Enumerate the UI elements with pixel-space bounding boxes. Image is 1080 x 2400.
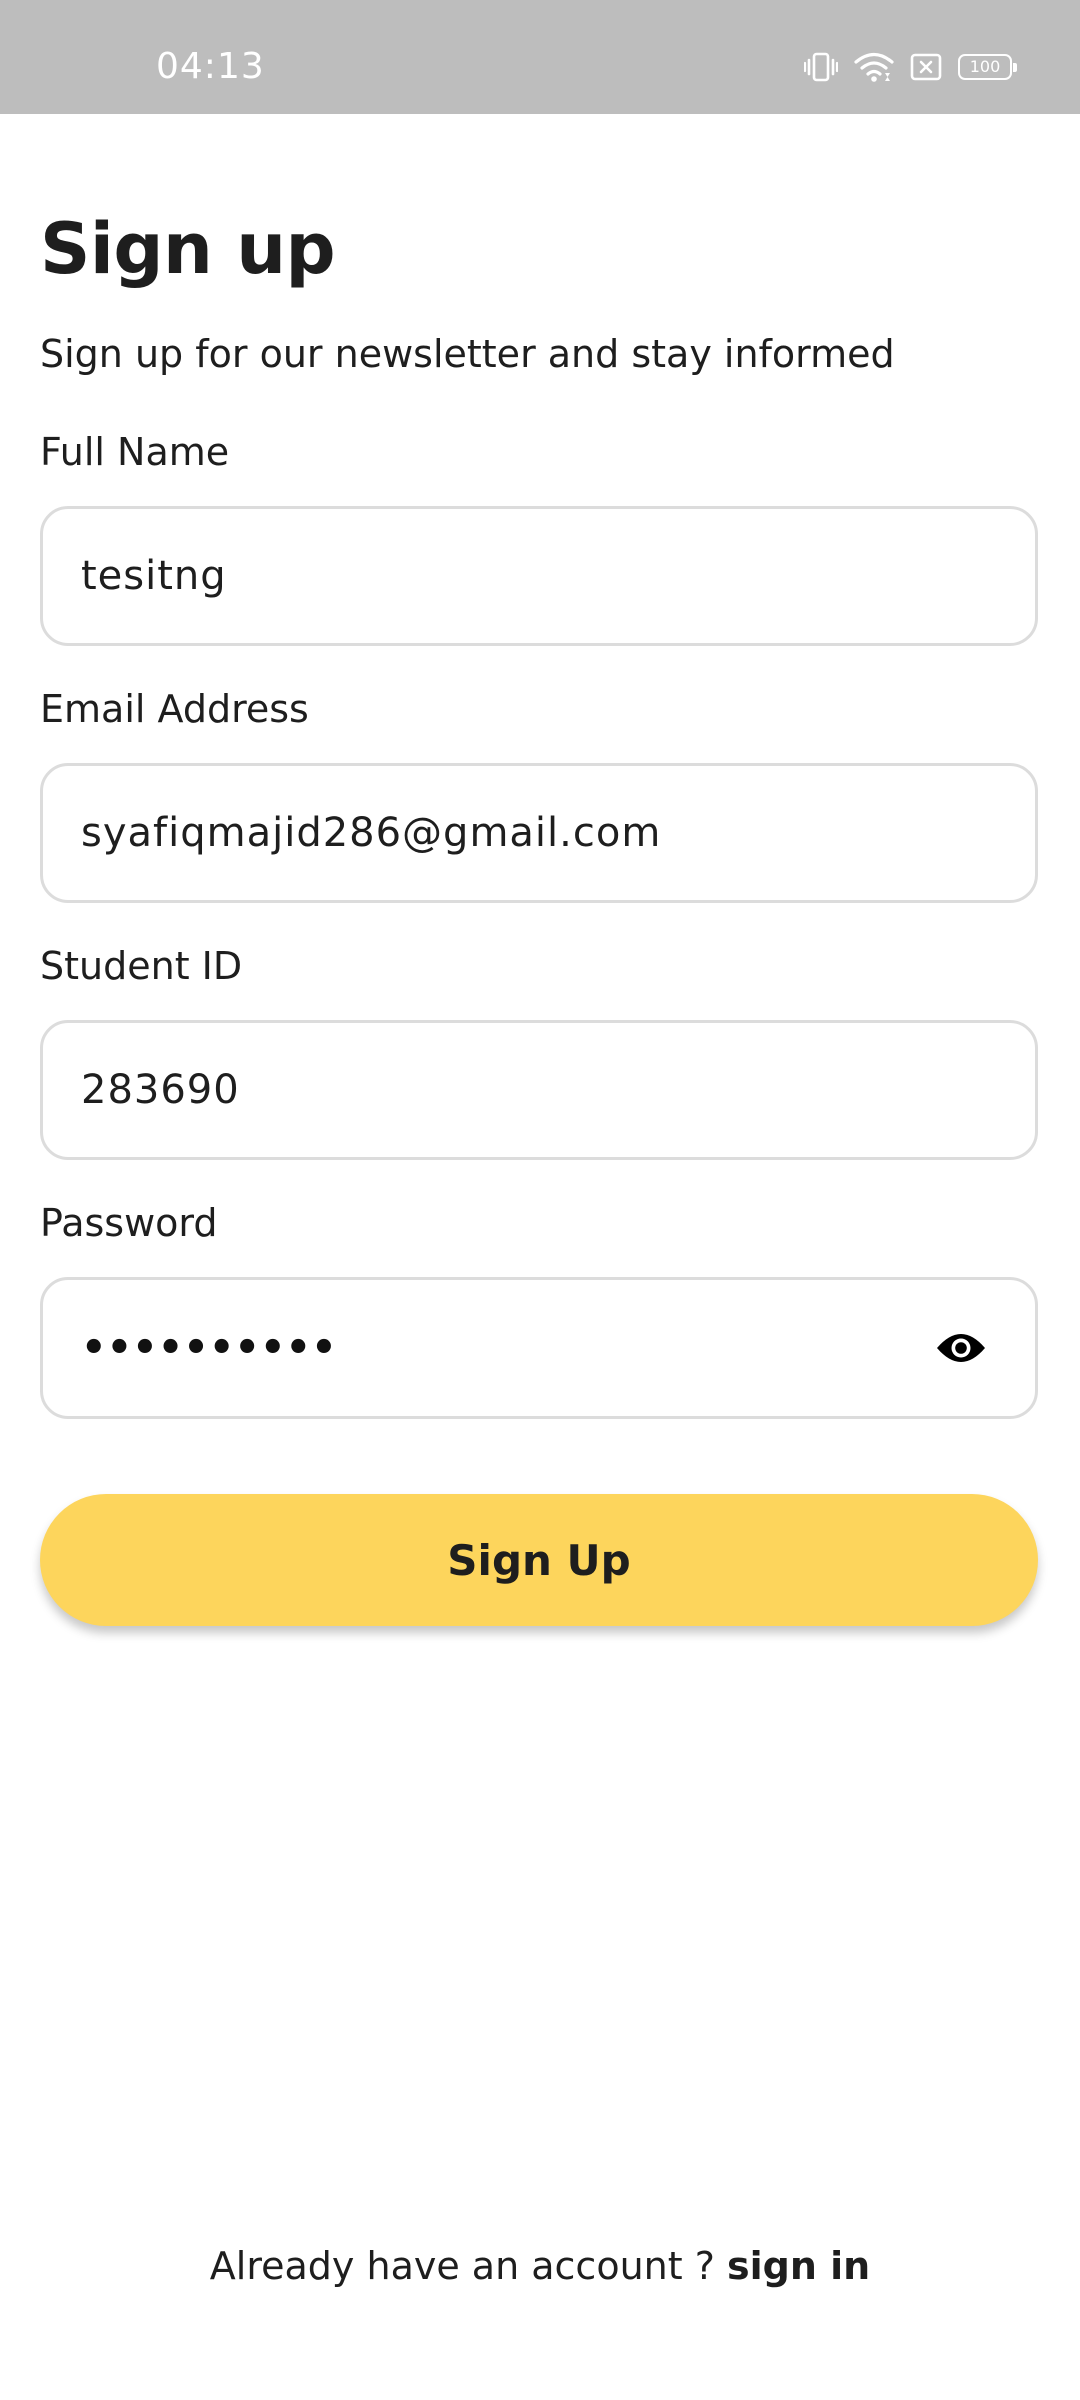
full-name-input[interactable] [81, 553, 941, 599]
footer-prompt: Already have an account ? [209, 2244, 727, 2288]
sign-in-link[interactable]: sign in [727, 2244, 870, 2288]
footer: Already have an account ? sign in [0, 2244, 1080, 2288]
student-id-label: Student ID [40, 944, 243, 988]
email-label: Email Address [40, 687, 309, 731]
status-time: 04:13 [156, 46, 265, 87]
email-input[interactable] [81, 810, 941, 856]
page-title: Sign up [40, 208, 336, 290]
status-bar: 04:13 100 [0, 0, 1080, 114]
wifi-icon [854, 51, 894, 83]
battery-level: 100 [969, 57, 1001, 76]
vibrate-icon [804, 52, 838, 82]
sign-up-button[interactable]: Sign Up [40, 1494, 1038, 1626]
password-label: Password [40, 1201, 218, 1245]
password-field[interactable]: •••••••••• [40, 1277, 1038, 1419]
no-sim-icon [910, 53, 942, 81]
page-subtitle: Sign up for our newsletter and stay info… [40, 332, 895, 376]
student-id-input[interactable] [81, 1067, 941, 1113]
password-visibility-toggle[interactable] [929, 1316, 993, 1380]
signup-screen: 04:13 100 Sign up Sign up for our newsle… [0, 0, 1080, 2400]
full-name-field[interactable] [40, 506, 1038, 646]
password-input[interactable]: •••••••••• [81, 1325, 929, 1371]
battery-icon: 100 [958, 54, 1017, 80]
status-icons: 100 [804, 50, 1017, 84]
eye-icon [937, 1334, 985, 1362]
full-name-label: Full Name [40, 430, 230, 474]
email-field[interactable] [40, 763, 1038, 903]
student-id-field[interactable] [40, 1020, 1038, 1160]
